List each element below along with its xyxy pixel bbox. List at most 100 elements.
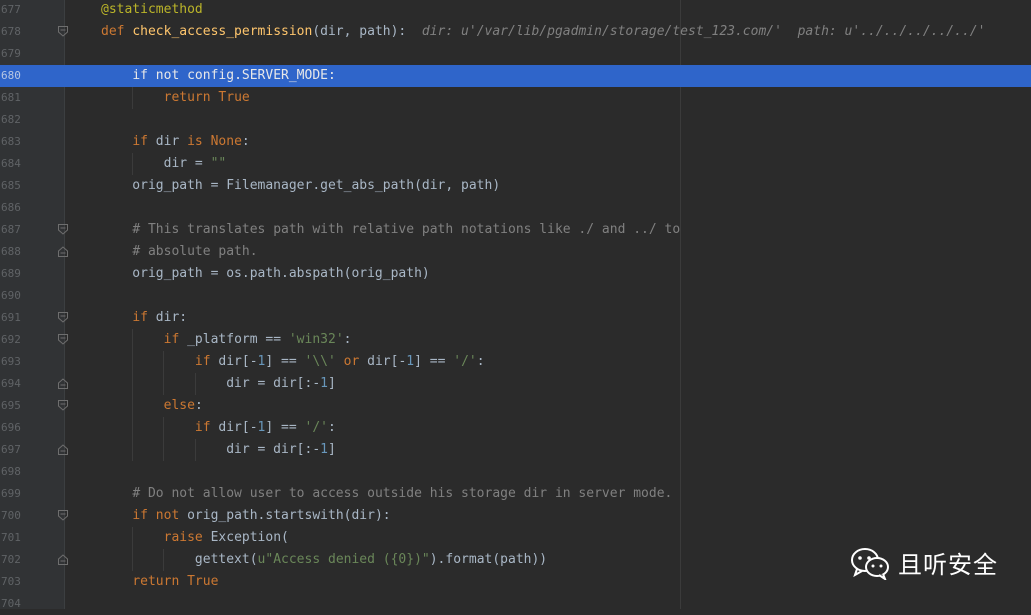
code-text[interactable]: else: [101,395,203,417]
code-line[interactable]: 684 dir = "" [0,153,1031,175]
code-line[interactable]: 692 if _platform == 'win32': [0,329,1031,351]
code-text[interactable]: # This translates path with relative pat… [101,219,680,241]
code-line[interactable]: 682 [0,109,1031,131]
line-number: 685 [1,179,21,192]
watermark-text: 且听安全 [898,551,998,579]
code-token: if [194,354,219,369]
code-line[interactable]: 689 orig_path = os.path.abspath(orig_pat… [0,263,1031,285]
code-token: True [218,90,250,105]
fold-open-icon[interactable] [58,312,68,323]
code-token: else [163,398,195,413]
code-text[interactable]: return True [101,571,218,593]
fold-close-icon[interactable] [58,246,68,257]
line-number: 683 [1,135,21,148]
line-number: 686 [1,201,21,214]
line-number: 693 [1,355,21,368]
fold-close-icon[interactable] [58,444,68,455]
code-line[interactable]: 697 dir = dir[:-1] [0,439,1031,461]
code-line[interactable]: 687 # This translates path with relative… [0,219,1031,241]
code-line[interactable]: 686 [0,197,1031,219]
code-token: ] == [265,354,305,369]
code-line-current[interactable]: 680 if not config.SERVER_MODE: [0,65,1031,87]
fold-open-icon[interactable] [58,26,68,37]
code-line[interactable]: 683 if dir is None: [0,131,1031,153]
code-token: @staticmethod [101,2,203,17]
line-number: 684 [1,157,21,170]
code-text[interactable]: if not config.SERVER_MODE: [101,65,336,87]
line-number: 702 [1,553,21,566]
code-token: orig_path.startswith(dir): [187,508,391,523]
line-number: 679 [1,47,21,60]
code-line[interactable]: 681 return True [0,87,1031,109]
code-editor[interactable]: 677 @staticmethod 678 def check_access_perm… [0,0,1031,610]
code-text[interactable]: orig_path = os.path.abspath(orig_path) [101,263,429,285]
code-text[interactable]: raise Exception( [101,527,289,549]
code-line[interactable]: 685 orig_path = Filemanager.get_abs_path… [0,175,1031,197]
code-text[interactable]: if dir[-1] == '\\' or dir[-1] == '/': [101,351,485,373]
fold-open-icon[interactable] [58,224,68,235]
code-text[interactable]: dir = "" [101,153,227,175]
code-line[interactable]: 694 dir = dir[:-1] [0,373,1031,395]
code-line[interactable]: 695 else: [0,395,1031,417]
code-token: _platform == [187,332,289,347]
code-token: 1 [406,354,415,369]
code-token: : [194,398,203,413]
line-number: 680 [1,69,21,82]
code-line[interactable]: 699 # Do not allow user to access outsid… [0,483,1031,505]
fold-open-icon[interactable] [58,400,68,411]
code-text[interactable]: dir = dir[:-1] [101,439,336,461]
code-text[interactable]: if dir: [101,307,187,329]
code-text[interactable]: @staticmethod [101,0,203,21]
code-line[interactable]: 693 if dir[-1] == '\\' or dir[-1] == '/'… [0,351,1031,373]
code-token: dir: u'/var/lib/pgadmin/storage/test_123… [421,24,986,39]
code-token: if not [132,508,188,523]
code-token: if [132,310,156,325]
code-text[interactable]: gettext(u"Access denied ({0})").format(p… [101,549,547,571]
fold-close-icon[interactable] [58,554,68,565]
code-text[interactable]: def check_access_permission(dir, path): … [101,21,985,43]
code-text[interactable]: return True [101,87,250,109]
code-token: ] [327,442,336,457]
code-text[interactable]: if dir is None: [101,131,250,153]
code-token: raise [163,530,211,545]
code-token: None [210,134,242,149]
code-line[interactable]: 690 [0,285,1031,307]
line-number: 688 [1,245,21,258]
line-number: 703 [1,575,21,588]
code-line[interactable]: 696 if dir[-1] == '/': [0,417,1031,439]
fold-open-icon[interactable] [58,510,68,521]
code-text[interactable]: if _platform == 'win32': [101,329,352,351]
code-text[interactable]: orig_path = Filemanager.get_abs_path(dir… [101,175,500,197]
code-line[interactable]: 679 [0,43,1031,65]
code-token: '/' [304,420,328,435]
code-line[interactable]: 688 # absolute path. [0,241,1031,263]
wechat-icon [851,547,889,580]
code-text[interactable]: # Do not allow user to access outside hi… [101,483,672,505]
line-number: 696 [1,421,21,434]
code-token: "" [210,156,227,171]
fold-close-icon[interactable] [58,378,68,389]
code-token: 1 [320,442,328,457]
code-line[interactable]: 678 def check_access_permission(dir, path… [0,21,1031,43]
fold-open-icon[interactable] [58,334,68,345]
code-text[interactable]: # absolute path. [101,241,257,263]
code-line[interactable]: 698 [0,461,1031,483]
code-token: : [476,354,485,369]
code-text[interactable]: if dir[-1] == '/': [101,417,336,439]
code-line[interactable]: 691 if dir: [0,307,1031,329]
code-line[interactable]: 677 @staticmethod [0,0,1031,21]
code-text[interactable]: dir = dir[:-1] [101,373,336,395]
code-token: if not [132,68,188,83]
line-number: 704 [1,597,21,610]
code-line[interactable]: 704 [0,593,1031,615]
line-number: 681 [1,91,21,104]
code-token: ] [327,376,336,391]
code-text[interactable]: if not orig_path.startswith(dir): [101,505,391,527]
code-token: : [241,134,250,149]
code-token: gettext( [101,552,258,567]
code-line[interactable]: 700 if not orig_path.startswith(dir): [0,505,1031,527]
